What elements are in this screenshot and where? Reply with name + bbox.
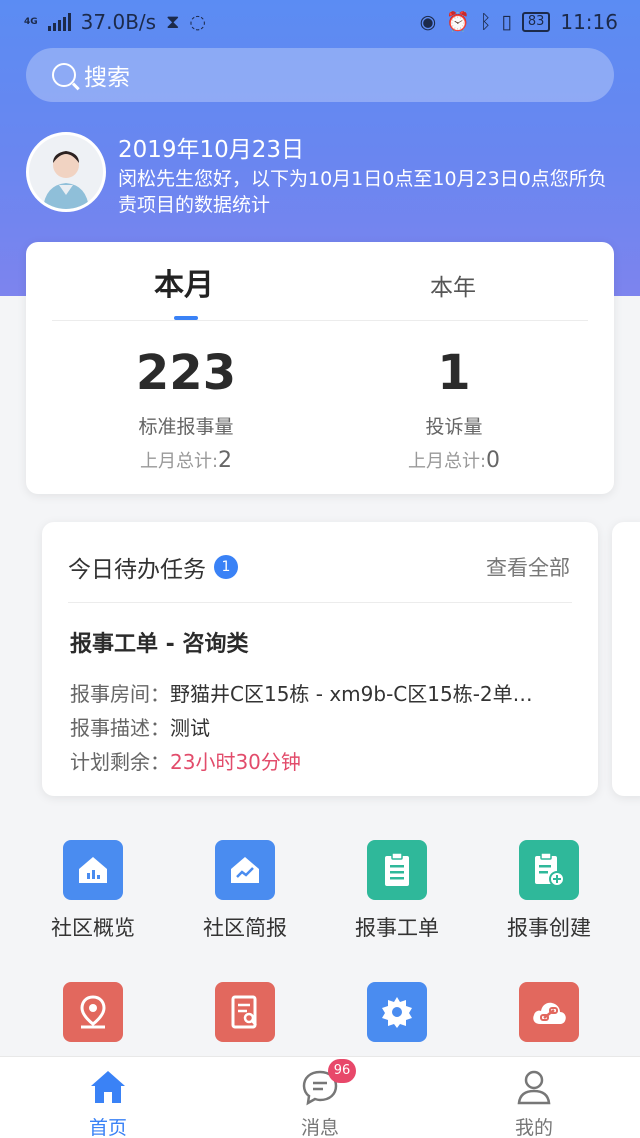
stat-prev-label: 上月总计: [407, 451, 487, 472]
field-value: 测试 [170, 716, 210, 740]
message-count-badge: 96 [328, 1059, 356, 1083]
grid-label: 社区简报 [203, 916, 287, 940]
signal-icon [47, 13, 71, 31]
tab-home[interactable]: 首页 [48, 1067, 168, 1138]
stat-complaints[interactable]: 1 投诉量 上月总计:0 [304, 342, 604, 473]
stats-card: 本月 本年 223 标准报事量 上月总计:2 1 投诉量 上月总计:0 [26, 242, 614, 494]
order-remaining: 计划剩余：23小时30分钟 [70, 746, 574, 775]
battery-icon: 83 [521, 12, 551, 32]
alarm-icon: ⏰ [446, 11, 470, 33]
field-value: 23小时30分钟 [170, 750, 301, 774]
order-description: 报事描述：测试 [70, 712, 574, 741]
message-icon [260, 1067, 380, 1107]
loading-icon: ◌ [189, 11, 207, 33]
stat-value: 1 [437, 345, 471, 401]
grid-community-brief[interactable]: 社区简报 [180, 840, 310, 942]
stat-prev: 上月总计:0 [304, 447, 604, 473]
task-count-badge: 1 [214, 555, 238, 579]
location-pin-icon [63, 982, 123, 1042]
clock-time: 11:16 [560, 10, 618, 34]
divider [68, 602, 572, 603]
greeting-text: 闵松先生您好，以下为10月1日0点至10月23日0点您所负责项目的数据统计 [118, 168, 607, 216]
grid-item-document-search[interactable] [180, 982, 310, 1042]
clipboard-list-icon [367, 840, 427, 900]
network-type: 4G [24, 16, 38, 27]
task-title-text: 今日待办任务 [68, 557, 206, 583]
clipboard-add-icon [519, 840, 579, 900]
user-icon [474, 1067, 594, 1107]
status-bar: 4G 37.0B/s ⧗ ◌ ◉ ⏰ ᛒ ▯ 83 11:16 [0, 0, 640, 44]
bottom-tab-bar: 首页 96 消息 我的 [0, 1056, 640, 1138]
task-section-title: 今日待办任务 1 [68, 550, 238, 584]
grid-item-location[interactable] [28, 982, 158, 1042]
grid-label: 报事创建 [507, 916, 591, 940]
todo-task-card[interactable]: 今日待办任务 1 查看全部 报事工单 - 咨询类 报事房间：野猫井C区15栋 -… [42, 522, 598, 796]
bluetooth-icon: ᛒ [479, 11, 492, 33]
search-placeholder: 搜索 [84, 65, 130, 91]
grid-label: 社区概览 [51, 916, 135, 940]
order-title: 报事工单 - 咨询类 [70, 632, 249, 657]
stat-prev: 上月总计:2 [36, 447, 336, 473]
greeting-date: 2019年10月23日 [118, 137, 305, 163]
next-task-card-peek[interactable] [612, 522, 640, 796]
tab-this-month[interactable]: 本月 [154, 260, 214, 304]
home-icon [48, 1067, 168, 1107]
stat-prev-value: 2 [218, 448, 233, 473]
house-chart-icon [63, 840, 123, 900]
avatar[interactable] [26, 132, 106, 212]
stat-standard-reports[interactable]: 223 标准报事量 上月总计:2 [36, 342, 336, 473]
order-room: 报事房间：野猫井C区15栋 - xm9b-C区15栋-2单… [70, 678, 574, 707]
grid-create-report[interactable]: 报事创建 [484, 840, 614, 942]
grid-item-settings[interactable] [332, 982, 462, 1042]
grid-item-cloud-link[interactable] [484, 982, 614, 1042]
document-search-icon [215, 982, 275, 1042]
stat-prev-label: 上月总计: [139, 451, 219, 472]
search-bar[interactable]: 搜索 [26, 48, 614, 102]
search-icon [52, 63, 76, 87]
tab-messages[interactable]: 96 消息 [260, 1059, 380, 1138]
grid-community-overview[interactable]: 社区概览 [28, 840, 158, 942]
field-value: 野猫井C区15栋 - xm9b-C区15栋-2单… [170, 682, 533, 706]
hourglass-icon: ⧗ [166, 11, 180, 33]
tab-label: 首页 [88, 1117, 127, 1138]
stat-value: 223 [135, 345, 237, 401]
tab-label: 我的 [514, 1117, 553, 1138]
view-all-link[interactable]: 查看全部 [486, 552, 570, 582]
eye-icon: ◉ [419, 11, 437, 33]
stat-label: 投诉量 [425, 416, 483, 438]
stat-prev-value: 0 [486, 448, 501, 473]
divider [52, 320, 588, 321]
cloud-link-icon [519, 982, 579, 1042]
field-label: 计划剩余： [70, 750, 170, 774]
house-trend-icon [215, 840, 275, 900]
network-speed: 37.0B/s [80, 10, 157, 34]
tab-label: 消息 [300, 1117, 339, 1138]
stat-label: 标准报事量 [138, 416, 234, 438]
grid-label: 报事工单 [355, 916, 439, 940]
field-label: 报事描述： [70, 716, 170, 740]
tab-profile[interactable]: 我的 [474, 1067, 594, 1138]
vibrate-icon: ▯ [501, 11, 512, 33]
gear-icon [367, 982, 427, 1042]
field-label: 报事房间： [70, 682, 170, 706]
grid-report-orders[interactable]: 报事工单 [332, 840, 462, 942]
tab-this-year[interactable]: 本年 [430, 268, 476, 302]
